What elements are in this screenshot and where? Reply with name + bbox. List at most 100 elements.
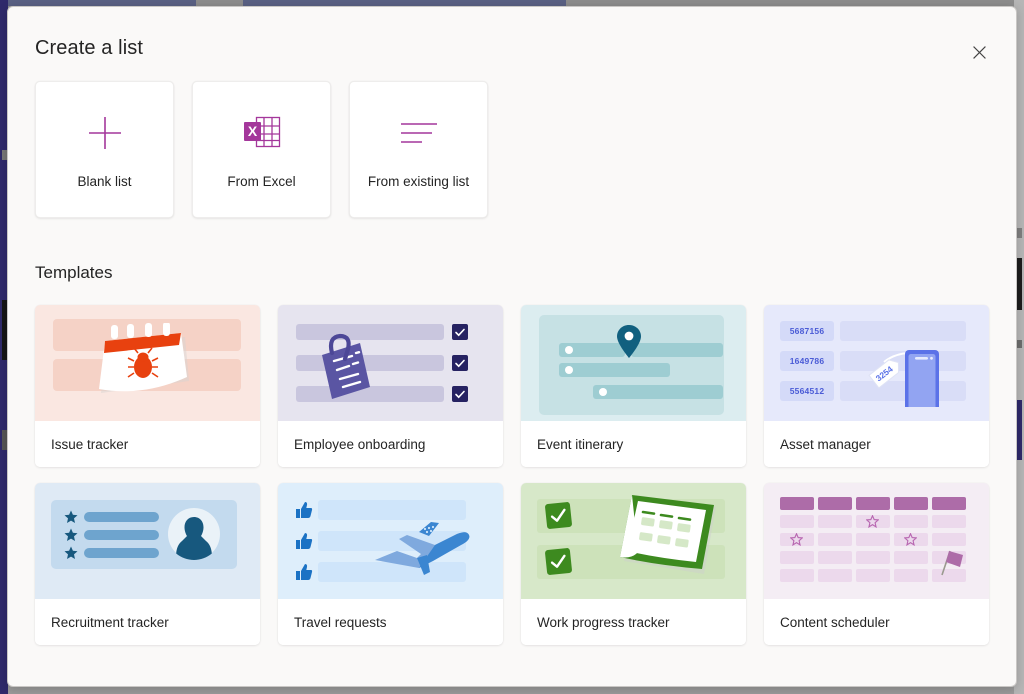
checkmark-icon: [550, 554, 566, 568]
excel-icon: X: [243, 116, 280, 148]
template-label: Recruitment tracker: [35, 599, 260, 645]
template-label: Work progress tracker: [521, 599, 746, 645]
art-dot: [565, 346, 573, 354]
art-cell: [780, 497, 814, 510]
art-cell: [818, 569, 852, 582]
star-icon: [904, 533, 917, 546]
art-cell: [894, 497, 928, 510]
map-pin-icon: [617, 325, 641, 358]
asset-id-1: 5687156: [780, 321, 834, 341]
thumbs-up-icon: [296, 502, 313, 518]
flag-icon: [941, 550, 963, 576]
art-checkbox: [544, 547, 573, 576]
template-card-event-itinerary[interactable]: Event itinerary: [521, 305, 746, 467]
art-cell: [856, 533, 890, 546]
art-bar: [84, 548, 159, 558]
template-card-travel-requests[interactable]: Travel requests: [278, 483, 503, 645]
content-scheduler-art: [764, 483, 989, 599]
template-card-asset-manager[interactable]: 5687156 1649786 5564512 3254 Asset manag…: [764, 305, 989, 467]
checkmark-icon: [455, 328, 465, 337]
art-bar: [84, 512, 159, 522]
asset-manager-art: 5687156 1649786 5564512 3254: [764, 305, 989, 421]
art-timeline-bar: [559, 363, 670, 377]
art-checkbox: [452, 324, 468, 340]
create-option-label: Blank list: [77, 174, 132, 189]
art-dot: [565, 366, 573, 374]
art-bar: [84, 530, 159, 540]
asset-id-3: 5564512: [780, 381, 834, 401]
art-cell: [780, 515, 814, 528]
art-checkbox: [452, 355, 468, 371]
art-cell: [818, 551, 852, 564]
star-icon: [64, 528, 78, 541]
art-row: [318, 500, 466, 520]
templates-heading: Templates: [35, 263, 113, 282]
recruitment-tracker-art: [35, 483, 260, 599]
create-option-blank-list[interactable]: Blank list: [35, 81, 174, 218]
template-label: Travel requests: [278, 599, 503, 645]
bug-notepad-icon: [99, 323, 189, 393]
art-row: [840, 321, 966, 341]
event-itinerary-art: [521, 305, 746, 421]
art-checkbox: [452, 386, 468, 402]
airplane-icon: [375, 522, 470, 575]
art-cell: [818, 533, 852, 546]
art-cell: [780, 551, 814, 564]
art-cell: [818, 515, 852, 528]
template-card-recruitment-tracker[interactable]: Recruitment tracker: [35, 483, 260, 645]
create-options-row: Blank list X From Excel From existing li…: [35, 81, 488, 218]
plus-icon-wrap: [85, 110, 125, 156]
art-timeline-bar: [631, 343, 723, 357]
plus-icon: [88, 117, 121, 149]
template-card-content-scheduler[interactable]: Content scheduler: [764, 483, 989, 645]
create-option-from-existing-list[interactable]: From existing list: [349, 81, 488, 218]
create-option-from-excel[interactable]: X From Excel: [192, 81, 331, 218]
person-avatar-icon: [168, 508, 220, 560]
create-option-label: From Excel: [227, 174, 296, 189]
art-timeline-bar: [593, 385, 723, 399]
star-icon: [790, 533, 803, 546]
close-icon: [972, 45, 986, 59]
list-lines-icon-wrap: [398, 110, 440, 156]
art-cell: [818, 497, 852, 510]
template-card-issue-tracker[interactable]: Issue tracker: [35, 305, 260, 467]
art-cell: [894, 551, 928, 564]
art-cell: [894, 569, 928, 582]
close-button[interactable]: [962, 35, 996, 69]
phone-icon: [905, 350, 939, 407]
star-icon: [64, 546, 78, 559]
art-cell: [894, 515, 928, 528]
create-a-list-dialog: Create a list Blank list X From Excel Fr…: [7, 6, 1017, 687]
checkmark-icon: [455, 359, 465, 368]
thumbs-up-icon: [296, 564, 313, 580]
thumbs-up-icon: [296, 533, 313, 549]
template-card-employee-onboarding[interactable]: Employee onboarding: [278, 305, 503, 467]
checkmark-icon: [455, 390, 465, 399]
clipboard-document-icon: [322, 333, 370, 399]
work-progress-tracker-art: [521, 483, 746, 599]
template-label: Content scheduler: [764, 599, 989, 645]
art-cell: [932, 515, 966, 528]
art-cell: [856, 551, 890, 564]
page-title: Create a list: [35, 37, 144, 59]
star-icon: [64, 510, 78, 523]
art-cell: [780, 569, 814, 582]
template-label: Employee onboarding: [278, 421, 503, 467]
art-cell: [932, 497, 966, 510]
art-dot: [599, 388, 607, 396]
excel-icon-wrap: X: [242, 110, 282, 156]
templates-grid: Issue tracker Employee onboarding Event …: [35, 305, 993, 645]
template-label: Asset manager: [764, 421, 989, 467]
calendar-icon: [620, 495, 716, 574]
art-cell: [856, 569, 890, 582]
art-cell: [856, 497, 890, 510]
checkmark-icon: [550, 508, 566, 522]
asset-id-2: 1649786: [780, 351, 834, 371]
issue-tracker-art: [35, 305, 260, 421]
star-icon: [866, 515, 879, 528]
template-label: Event itinerary: [521, 421, 746, 467]
travel-requests-art: [278, 483, 503, 599]
create-option-label: From existing list: [367, 174, 470, 189]
list-lines-icon: [400, 123, 437, 143]
template-card-work-progress-tracker[interactable]: Work progress tracker: [521, 483, 746, 645]
